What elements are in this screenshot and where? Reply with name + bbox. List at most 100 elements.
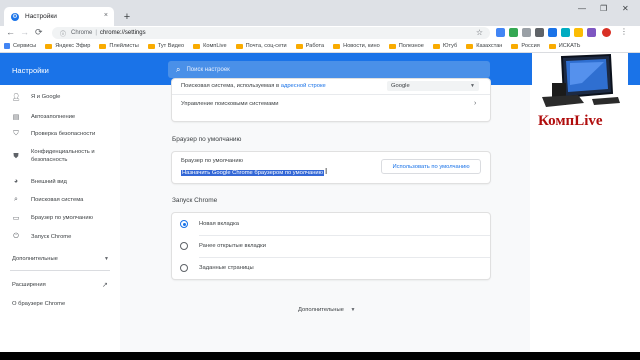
sidebar-item-autofill[interactable]: ▤ Автозаполнение	[10, 113, 75, 121]
iq-extension-icon[interactable]	[548, 28, 557, 37]
radio-label-new-tab[interactable]: Новая вкладка	[199, 221, 239, 227]
search-placeholder: Поиск настроек	[186, 66, 230, 73]
minimize-icon[interactable]: —	[578, 4, 586, 13]
new-tab-button[interactable]: +	[120, 10, 134, 24]
bookmark-item[interactable]: Ютуб	[432, 43, 457, 49]
sidebar-item-label: Автозаполнение	[31, 114, 76, 120]
sidebar-item-appearance[interactable]: ◕ Внешний вид	[10, 178, 67, 185]
bookmark-item[interactable]: Тут Видео	[147, 43, 184, 49]
sidebar-item-search-engine[interactable]: ⌕ Поисковая система	[10, 196, 83, 204]
bookmark-item[interactable]: ИСКАТЬ	[548, 43, 581, 49]
sidebar-item-label: Внешний вид	[31, 178, 67, 185]
folder-icon	[295, 43, 303, 49]
chevron-right-icon[interactable]: ›	[474, 100, 476, 107]
search-input[interactable]: ⌕ Поиск настроек	[168, 61, 490, 78]
sidebar-advanced[interactable]: Дополнительные ▼	[12, 256, 109, 262]
folder-icon	[147, 43, 155, 49]
sidebar-item-privacy[interactable]: ⛊ Конфиденциальность и безопасность	[10, 148, 109, 164]
sidebar-item-label: Конфиденциальность и безопасность	[31, 149, 95, 163]
bookmark-item[interactable]: Почта, соц-сети	[235, 43, 287, 49]
bookmark-item[interactable]: Плейлисты	[99, 43, 139, 49]
search-engine-selected: Google	[391, 83, 410, 89]
radio-label-specific-pages[interactable]: Заданные страницы	[199, 265, 254, 271]
address-bar-link[interactable]: адресной строке	[281, 83, 326, 89]
settings-gear-icon: ⚙	[11, 12, 19, 21]
bookmark-item[interactable]: Новости, кино	[333, 43, 380, 49]
bookmark-star-icon[interactable]: ☆	[476, 28, 483, 37]
reload-icon[interactable]: ⟳	[35, 27, 43, 38]
sidebar-item-default-browser[interactable]: ▭ Браузер по умолчанию	[10, 214, 93, 222]
bookmark-label: Сервисы	[13, 43, 37, 49]
site-info-icon[interactable]: ⓘ	[60, 29, 66, 38]
bookmark-label: Яндекс Эфир	[55, 43, 91, 49]
folder-icon	[466, 43, 474, 49]
note-extension-icon[interactable]	[574, 28, 583, 37]
sidebar-about[interactable]: О браузере Chrome	[12, 301, 65, 307]
bookmark-item[interactable]: Россия	[511, 43, 540, 49]
brand-logo: КомпLive	[532, 53, 628, 141]
bookmark-item[interactable]: Работа	[295, 43, 324, 49]
url-separator: |	[95, 30, 97, 36]
folder-icon	[333, 43, 341, 49]
folder-icon	[45, 43, 53, 49]
power-icon: ⏻	[13, 233, 19, 240]
menu-icon[interactable]: ⋮	[620, 27, 628, 36]
card-divider	[199, 235, 490, 236]
bookmark-label: ИСКАТЬ	[558, 43, 581, 49]
text-cursor-icon: I	[325, 167, 328, 176]
bookmark-item[interactable]: Сервисы	[4, 43, 36, 49]
bookmark-item[interactable]: Яндекс Эфир	[45, 43, 90, 49]
tab-close-icon[interactable]: ×	[104, 12, 108, 19]
chevron-down-icon: ▼	[104, 256, 109, 262]
autofill-icon: ▤	[12, 114, 20, 121]
forward-icon[interactable]: →	[20, 27, 29, 37]
maximize-icon[interactable]: ❐	[600, 4, 607, 13]
sidebar-item-on-startup[interactable]: ⏻ Запуск Chrome	[10, 233, 71, 241]
make-default-text[interactable]: Назначить Google Chrome браузером по умо…	[181, 167, 327, 176]
close-window-icon[interactable]: ✕	[622, 4, 629, 13]
radio-specific-pages[interactable]	[180, 264, 188, 272]
bookmark-item[interactable]: КомпLive	[193, 43, 227, 49]
make-default-button[interactable]: Использовать по умолчанию	[381, 159, 481, 174]
sidebar-item-label: Проверка безопасности	[31, 131, 96, 137]
folder-icon	[235, 43, 243, 49]
shield-check-icon: ⛉	[13, 130, 19, 137]
sidebar-item-you-and-google[interactable]: 👤︎ Я и Google	[10, 93, 61, 101]
video-letterbox	[0, 352, 640, 360]
search-engine-select[interactable]: Google ▼	[387, 81, 479, 91]
default-browser-label: Браузер по умолчанию	[181, 158, 243, 164]
puzzle-icon[interactable]	[587, 28, 596, 37]
sidebar-extensions-label: Расширения	[12, 282, 46, 288]
back-icon[interactable]: ←	[6, 27, 15, 37]
radio-new-tab[interactable]	[180, 220, 188, 228]
download-icon[interactable]	[522, 28, 531, 37]
bookmark-item[interactable]: Казахстан	[466, 43, 502, 49]
translate-icon[interactable]	[535, 28, 544, 37]
bookmark-item[interactable]: Полезное	[388, 43, 424, 49]
search-engine-card: Поисковая система, используемая в адресн…	[172, 79, 490, 121]
toolbar: ← → ⟳ ⓘ Chrome | chrome://settings ☆ ⋮	[0, 26, 640, 40]
manage-search-engines[interactable]: Управление поисковыми системами	[181, 101, 279, 107]
palette-icon: ◕	[13, 178, 19, 185]
tab-settings[interactable]: ⚙ Настройки ×	[4, 7, 114, 26]
extension-icon[interactable]	[496, 28, 505, 37]
browser-window: ⚙ Настройки × + — ❐ ✕ ← → ⟳ ⓘ Chrome | c…	[0, 0, 640, 352]
bookmark-label: Казахстан	[476, 43, 503, 49]
advanced-footer-label: Дополнительные	[298, 307, 344, 313]
folder-icon	[388, 43, 396, 49]
radio-label-continue[interactable]: Ранее открытые вкладки	[199, 243, 266, 249]
radio-continue[interactable]	[180, 242, 188, 250]
advanced-settings-toggle[interactable]: Дополнительные ▼	[298, 307, 355, 313]
search-engine-row-prefix: Поисковая система, используемая в	[181, 83, 280, 89]
sidebar-item-safety-check[interactable]: ⛉ Проверка безопасности	[10, 130, 95, 138]
sidebar-extensions[interactable]: Расширения ↗	[12, 282, 108, 289]
default-browser-card: Браузер по умолчанию Назначить Google Ch…	[172, 152, 490, 183]
address-bar[interactable]: ⓘ Chrome | chrome://settings ☆	[52, 27, 490, 39]
avatar[interactable]	[602, 28, 611, 37]
apps-icon	[4, 43, 10, 49]
sidebar-advanced-label: Дополнительные	[12, 256, 58, 262]
card-divider	[172, 94, 490, 95]
settings-main: Поисковая система, используемая в адресн…	[120, 79, 530, 352]
shield-extension-icon[interactable]	[509, 28, 518, 37]
sync-extension-icon[interactable]	[561, 28, 570, 37]
